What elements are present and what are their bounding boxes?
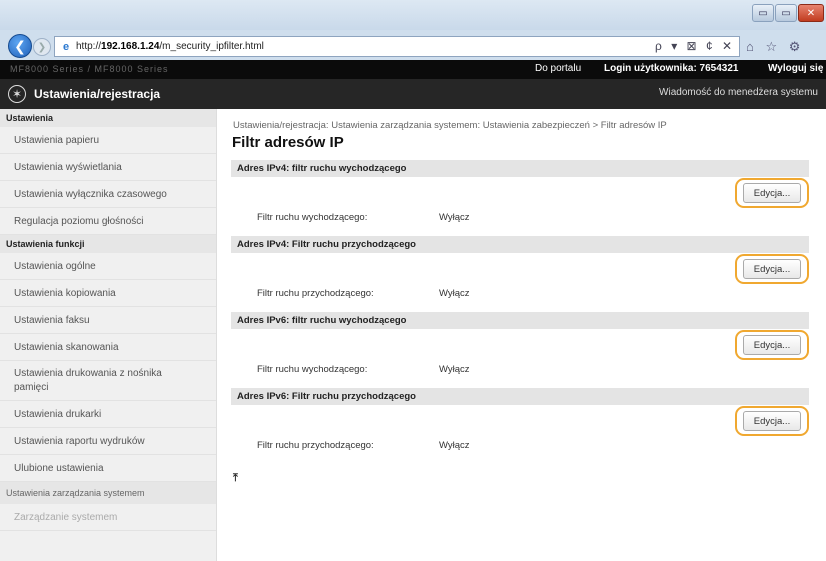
back-to-top-icon[interactable]: ⤒ <box>233 472 238 485</box>
sidebar-item-fax[interactable]: Ustawienia faksu <box>0 307 216 334</box>
edit-highlight: Edycja... <box>735 254 809 284</box>
setting-value: Wyłącz <box>439 212 470 223</box>
edit-button[interactable]: Edycja... <box>743 259 801 279</box>
setting-label: Filtr ruchu wychodzącego: <box>257 212 368 223</box>
section-ipv6-outgoing: Adres IPv6: filtr ruchu wychodzącego Edy… <box>231 312 809 375</box>
sidebar-item-volume[interactable]: Regulacja poziomu głośności <box>0 208 216 235</box>
edit-button[interactable]: Edycja... <box>743 411 801 431</box>
setting-label: Filtr ruchu wychodzącego: <box>257 364 368 375</box>
sidebar-item-paper[interactable]: Ustawienia papieru <box>0 127 216 154</box>
logout-link[interactable]: Wyloguj się <box>768 63 823 74</box>
breadcrumb: Ustawienia/rejestracja: Ustawienia zarzą… <box>233 120 667 131</box>
edit-button[interactable]: Edycja... <box>743 183 801 203</box>
setting-label: Filtr ruchu przychodzącego: <box>257 288 374 299</box>
page-title: Filtr adresów IP <box>232 134 344 151</box>
address-bar-controls[interactable]: ρ ▾ ⊠ ¢ ✕ <box>655 39 735 53</box>
edit-highlight: Edycja... <box>735 330 809 360</box>
page-header: ✶ Ustawienia/rejestracja Wiadomość do me… <box>0 79 826 109</box>
setting-value: Wyłącz <box>439 288 470 299</box>
sidebar-item-media-print[interactable]: Ustawienia drukowania z nośnika pamięci <box>0 361 216 401</box>
browser-toolbar-icons[interactable]: ⌂ ☆ ⚙ <box>746 39 804 55</box>
close-window-button[interactable]: ✕ <box>798 4 824 22</box>
sidebar-section-settings: Ustawienia <box>0 109 216 127</box>
sidebar-item-favorites[interactable]: Ulubione ustawienia <box>0 455 216 482</box>
login-user-label: Login użytkownika: 7654321 <box>604 63 739 74</box>
section-title: Adres IPv4: Filtr ruchu przychodzącego <box>231 236 809 253</box>
main-content: Ustawienia/rejestracja: Ustawienia zarzą… <box>217 109 826 561</box>
sidebar-item-scan[interactable]: Ustawienia skanowania <box>0 334 216 361</box>
section-ipv4-incoming: Adres IPv4: Filtr ruchu przychodzącego E… <box>231 236 809 299</box>
sidebar-item-copy[interactable]: Ustawienia kopiowania <box>0 280 216 307</box>
section-title: Adres IPv6: Filtr ruchu przychodzącego <box>231 388 809 405</box>
minimize-button[interactable]: ▭ <box>752 4 774 22</box>
header-title: Ustawienia/rejestracja <box>34 87 161 101</box>
setting-label: Filtr ruchu przychodzącego: <box>257 440 374 451</box>
sidebar-section-functions: Ustawienia funkcji <box>0 235 216 253</box>
setting-value: Wyłącz <box>439 440 470 451</box>
sidebar-item-timer[interactable]: Ustawienia wyłącznika czasowego <box>0 181 216 208</box>
device-name: MF8000 Series / MF8000 Series <box>10 64 169 74</box>
back-arrow-icon[interactable]: ❮ <box>8 34 32 58</box>
sidebar-item-general[interactable]: Ustawienia ogólne <box>0 253 216 280</box>
settings-gear-icon: ✶ <box>8 85 26 103</box>
sidebar-item-system-management[interactable]: Zarządzanie systemem <box>0 504 216 531</box>
page-icon: e <box>62 40 70 53</box>
admin-message-link[interactable]: Wiadomość do menedżera systemu <box>659 87 818 98</box>
browser-address-row: ❮ ❯ e http://192.168.1.24/m_security_ipf… <box>0 30 826 60</box>
url-text[interactable]: http://192.168.1.24/m_security_ipfilter.… <box>76 41 264 52</box>
user-bar: MF8000 Series / MF8000 Series Do portalu… <box>0 60 826 79</box>
forward-arrow-icon[interactable]: ❯ <box>33 38 51 56</box>
section-ipv4-outgoing: Adres IPv4: filtr ruchu wychodzącego Edy… <box>231 160 809 223</box>
portal-link[interactable]: Do portalu <box>535 63 581 74</box>
section-ipv6-incoming: Adres IPv6: Filtr ruchu przychodzącego E… <box>231 388 809 451</box>
edit-highlight: Edycja... <box>735 178 809 208</box>
edit-button[interactable]: Edycja... <box>743 335 801 355</box>
section-title: Adres IPv6: filtr ruchu wychodzącego <box>231 312 809 329</box>
edit-highlight: Edycja... <box>735 406 809 436</box>
sidebar-item-printer[interactable]: Ustawienia drukarki <box>0 401 216 428</box>
sidebar: Ustawienia Ustawienia papieru Ustawienia… <box>0 109 217 561</box>
setting-value: Wyłącz <box>439 364 470 375</box>
section-title: Adres IPv4: filtr ruchu wychodzącego <box>231 160 809 177</box>
sidebar-item-display[interactable]: Ustawienia wyświetlania <box>0 154 216 181</box>
maximize-button[interactable]: ▭ <box>775 4 797 22</box>
address-bar[interactable]: e http://192.168.1.24/m_security_ipfilte… <box>54 36 740 57</box>
sidebar-item-report[interactable]: Ustawienia raportu wydruków <box>0 428 216 455</box>
browser-titlebar: ▭ ▭ ✕ <box>0 0 826 30</box>
sidebar-section-system[interactable]: Ustawienia zarządzania systemem <box>0 482 216 504</box>
